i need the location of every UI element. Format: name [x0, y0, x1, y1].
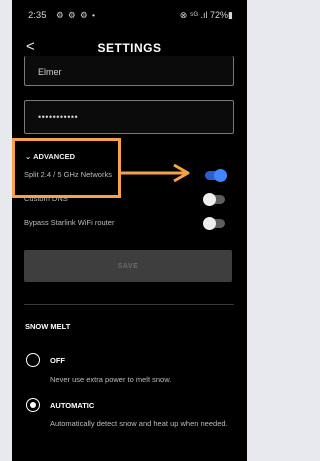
snow-melt-title: SNOW MELT	[25, 322, 71, 331]
wifi-password-field[interactable]: •••••••••••	[24, 100, 234, 134]
snow-melt-off-description: Never use extra power to melt snow.	[50, 375, 172, 384]
save-button[interactable]: SAVE	[24, 250, 232, 282]
divider	[24, 304, 234, 305]
snow-melt-off-radio[interactable]	[26, 353, 40, 367]
bypass-router-toggle[interactable]	[203, 217, 225, 230]
option-bypass-router-label: Bypass Starlink WiFi router	[24, 218, 115, 227]
toggle-knob	[203, 217, 216, 230]
status-bar: 2:35 ⚙ ⚙ ⚙ • ⊗ ⁵ᴳ .ıl 72%▮	[12, 0, 247, 28]
snow-melt-automatic-radio[interactable]	[26, 398, 40, 412]
status-right-indicators: ⊗ ⁵ᴳ .ıl 72%▮	[179, 10, 233, 20]
status-time: 2:35	[28, 10, 47, 21]
page-title: SETTINGS	[97, 41, 162, 55]
wifi-password-value: •••••••••••	[38, 112, 79, 122]
annotation-highlight-box	[12, 138, 121, 198]
notification-icons: ⚙ ⚙ ⚙ •	[56, 10, 96, 20]
snow-melt-automatic-label: AUTOMATIC	[50, 401, 95, 410]
custom-dns-toggle[interactable]	[203, 193, 225, 206]
wifi-name-value: Elmer	[38, 67, 62, 77]
snow-melt-automatic-description: Automatically detect snow and heat up wh…	[50, 419, 228, 428]
phone-screen: 2:35 ⚙ ⚙ ⚙ • ⊗ ⁵ᴳ .ıl 72%▮ < SETTINGS El…	[12, 0, 247, 461]
toggle-knob	[203, 193, 216, 206]
toggle-knob	[214, 169, 227, 182]
snow-melt-off-label: OFF	[50, 356, 65, 365]
split-networks-toggle[interactable]	[205, 169, 227, 182]
wifi-name-field[interactable]: Elmer	[24, 56, 234, 86]
